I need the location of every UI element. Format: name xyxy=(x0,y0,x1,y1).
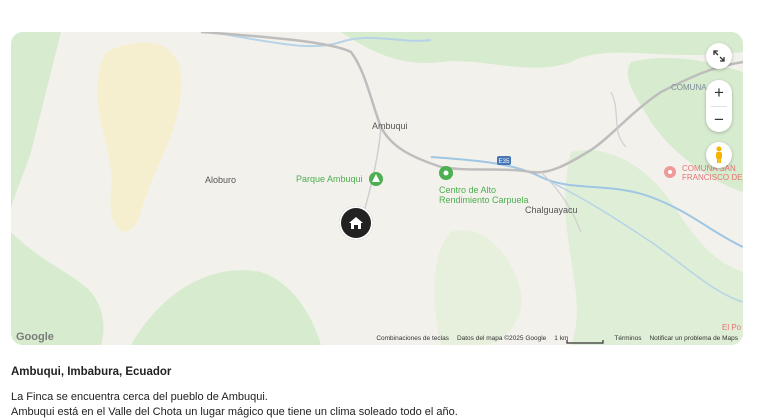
place-label-parque-ambuqui[interactable]: Parque Ambuqui xyxy=(296,174,363,184)
map-attribution-bar: Combinaciones de teclas Datos del mapa ©… xyxy=(376,332,743,345)
terms-link[interactable]: Términos xyxy=(614,335,641,342)
place-label-centro-line1: Centro de Alto xyxy=(439,185,497,195)
pegman-icon xyxy=(716,146,722,163)
description-line-2: Ambuqui está en el Valle del Chota un lu… xyxy=(11,406,458,418)
zoom-out-button[interactable]: − xyxy=(706,107,732,133)
zoom-control: + − xyxy=(706,80,732,132)
zoom-in-button[interactable]: + xyxy=(706,80,732,106)
location-description: La Finca se encuentra cerca del pueblo d… xyxy=(11,390,458,420)
place-label-centro-line2: Rendimiento Carpuela xyxy=(439,195,529,205)
home-marker[interactable] xyxy=(339,206,373,240)
place-label-aloburo: Aloburo xyxy=(205,175,237,185)
town-label-ambuqui: Ambuqui xyxy=(372,121,408,131)
location-caption: Ambuqui, Imbabura, Ecuador xyxy=(11,366,172,378)
home-icon xyxy=(349,217,363,229)
route-shield-label: E35 xyxy=(499,159,510,165)
map-data-text: Datos del mapa ©2025 Google xyxy=(456,335,547,342)
place-label-el-po: El Po xyxy=(722,323,742,332)
place-label-comuna-line2: FRANCISCO DE xyxy=(682,173,743,182)
map-view[interactable]: E35 Ambuqui Aloburo Parque Ambuqui Centr… xyxy=(11,32,743,345)
scale-label[interactable]: 1 km xyxy=(554,335,568,342)
report-problem-link[interactable]: Notificar un problema de Maps xyxy=(649,335,738,342)
fullscreen-button[interactable] xyxy=(706,43,732,69)
map-base-layer: E35 xyxy=(11,32,743,345)
place-label-comuna-top: COMUNA xyxy=(671,83,707,92)
google-logo[interactable]: Google xyxy=(16,331,54,343)
place-label-chalguayacu: Chalguayacu xyxy=(525,205,578,215)
description-line-1: La Finca se encuentra cerca del pueblo d… xyxy=(11,391,268,403)
keyboard-shortcuts-link[interactable]: Combinaciones de teclas xyxy=(376,335,449,342)
fullscreen-icon xyxy=(713,50,725,62)
street-view-button[interactable] xyxy=(706,142,732,168)
place-label-comuna-san-francisco[interactable]: COMUNA SAN FRANCISCO DE xyxy=(682,164,742,182)
place-label-centro[interactable]: Centro de Alto Rendimiento Carpuela xyxy=(439,185,529,205)
